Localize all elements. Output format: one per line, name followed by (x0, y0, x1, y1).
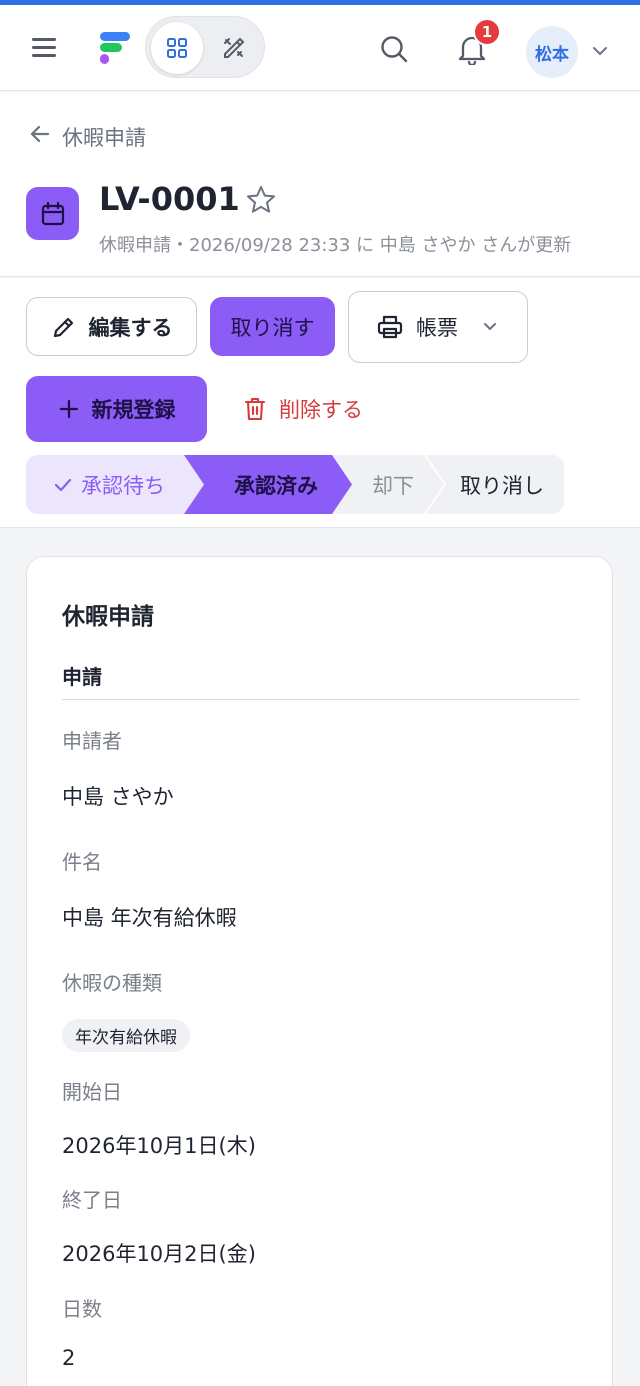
trash-icon (243, 396, 267, 422)
notification-count-badge: 1 (473, 18, 501, 46)
chevron-down-icon (480, 317, 500, 337)
status-step-label: 却下 (372, 473, 414, 498)
menu-icon[interactable] (30, 34, 60, 60)
edit-button-label: 編集する (88, 315, 173, 340)
search-icon (381, 36, 408, 63)
field-label-applicant: 申請者 (62, 729, 122, 753)
print-dropdown-button[interactable]: 帳票 (348, 291, 528, 363)
search-button[interactable] (372, 27, 416, 71)
leave-type-chip: 年次有給休暇 (62, 1019, 190, 1052)
tools-icon (224, 37, 245, 58)
field-label-leave-type: 休暇の種類 (62, 971, 162, 995)
record-header: 休暇申請 LV-0001 休暇申請・2026/09/28 23:33 に 中島 … (0, 92, 640, 277)
calendar-icon (26, 187, 79, 240)
mode-switch (145, 16, 265, 78)
status-step-pending[interactable]: 承認待ち (26, 455, 206, 514)
top-navigation-bar: 1 松本 (0, 5, 640, 91)
breadcrumb[interactable]: 休暇申請 (62, 122, 146, 152)
new-record-button-label: 新規登録 (91, 398, 176, 422)
field-value-subject: 中島 年次有給休暇 (62, 906, 237, 930)
cancel-button-label: 取り消す (230, 315, 315, 340)
field-label-end-date: 終了日 (62, 1188, 122, 1212)
grid-icon (167, 38, 187, 58)
section-title: 申請 (62, 665, 102, 689)
chevron-down-icon[interactable] (588, 41, 612, 61)
new-record-button[interactable]: 新規登録 (26, 376, 207, 442)
pencil-icon (51, 314, 77, 340)
user-avatar[interactable]: 松本 (526, 26, 578, 78)
section-divider (62, 699, 580, 700)
cancel-button[interactable]: 取り消す (210, 297, 335, 356)
print-button-label: 帳票 (416, 316, 458, 340)
record-meta: 休暇申請・2026/09/28 23:33 に 中島 さやか さんが更新 (99, 235, 572, 256)
star-icon[interactable] (245, 184, 277, 216)
record-title: LV-0001 (99, 180, 240, 218)
app-logo[interactable] (96, 30, 136, 66)
status-step-label: 取り消し (460, 473, 544, 498)
field-value-applicant: 中島 さやか (62, 785, 174, 809)
card-title: 休暇申請 (62, 604, 154, 630)
field-value-end-date: 2026年10月2日(金) (62, 1242, 256, 1266)
status-step-approved[interactable]: 承認済み (184, 455, 360, 514)
field-label-subject: 件名 (62, 850, 102, 874)
status-step-cancelled[interactable]: 取り消し (426, 455, 564, 514)
delete-button-label: 削除する (279, 398, 363, 422)
field-label-days: 日数 (62, 1297, 102, 1321)
action-bar: 編集する 取り消す 帳票 新規登録 削除する 承認待ち 承認済み 却下 取り消し (0, 278, 640, 528)
edit-button[interactable]: 編集する (26, 297, 197, 356)
status-stepper: 承認待ち 承認済み 却下 取り消し (26, 455, 564, 514)
tools-mode-button[interactable] (208, 22, 260, 74)
detail-card: 休暇申請 申請 申請者 中島 さやか 件名 中島 年次有給休暇 休暇の種類 年次… (26, 556, 613, 1386)
printer-icon (376, 313, 404, 341)
field-value-start-date: 2026年10月1日(木) (62, 1134, 256, 1158)
field-label-start-date: 開始日 (62, 1080, 122, 1104)
field-value-days: 2 (62, 1346, 76, 1370)
delete-button[interactable]: 削除する (228, 376, 378, 442)
status-step-label: 承認済み (234, 473, 318, 498)
grid-mode-button[interactable] (151, 22, 203, 74)
status-step-label: 承認待ち (81, 473, 165, 498)
check-icon (53, 475, 73, 495)
plus-icon (58, 398, 80, 420)
back-arrow-icon[interactable] (28, 122, 52, 146)
